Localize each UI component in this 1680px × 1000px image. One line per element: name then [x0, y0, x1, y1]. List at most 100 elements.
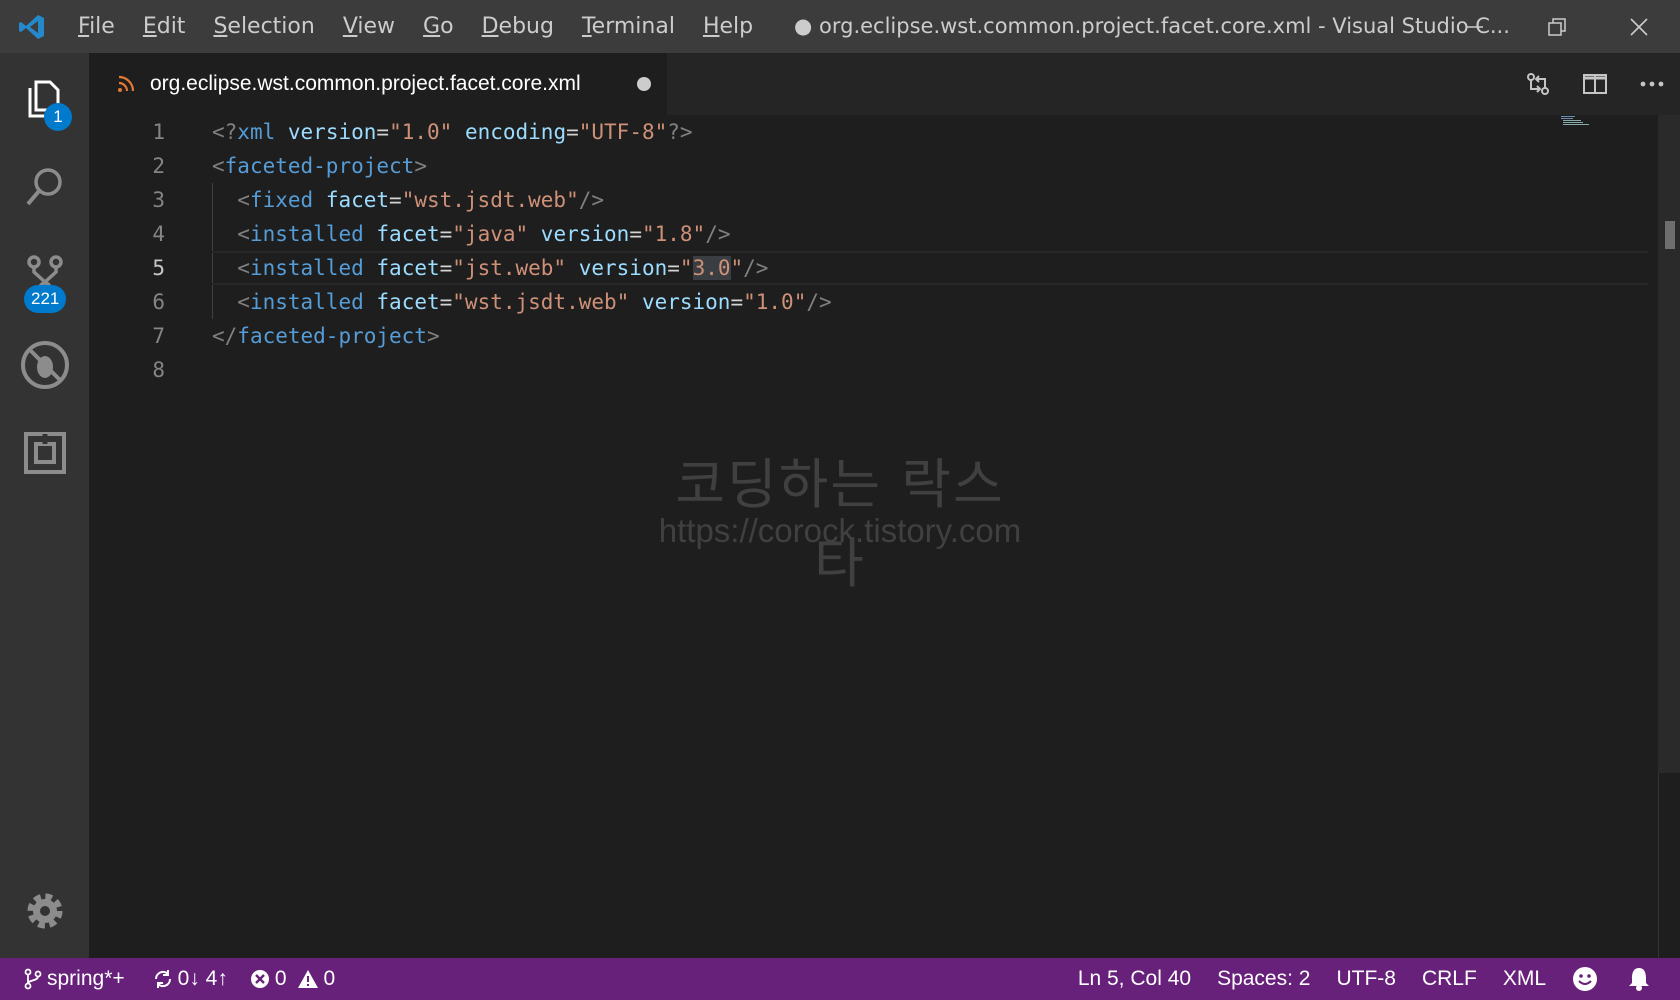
menu-go[interactable]: Go: [409, 0, 468, 53]
branch-status[interactable]: spring*+: [24, 958, 125, 1000]
window-title: ● org.eclipse.wst.common.project.facet.c…: [794, 14, 1510, 38]
cursor-position[interactable]: Ln 5, Col 40: [1078, 958, 1191, 1000]
menu-help[interactable]: Help: [689, 0, 767, 53]
token-eq: [212, 188, 237, 212]
line-number: 4: [152, 222, 165, 246]
editor-actions: [1509, 53, 1680, 115]
token-punc: <: [212, 154, 225, 178]
token-eq: [528, 222, 541, 246]
indentation-status[interactable]: Spaces: 2: [1217, 958, 1310, 1000]
token-tag: installed: [249, 290, 364, 314]
line-number: 7: [152, 324, 165, 348]
close-button[interactable]: [1598, 0, 1680, 53]
token-tag: fixed: [249, 188, 314, 212]
more-actions-button[interactable]: [1623, 53, 1680, 115]
menu-edit[interactable]: Edit: [129, 0, 200, 53]
token-eq: [364, 256, 377, 280]
search-button[interactable]: [0, 143, 89, 231]
token-punc: <: [237, 290, 250, 314]
token-eq: =: [629, 222, 642, 246]
watermark-url: https://corock.tistory.com: [658, 512, 1022, 549]
explorer-button[interactable]: 1: [0, 55, 89, 143]
token-eq: [275, 120, 288, 144]
code-text: </faceted-project>: [212, 319, 440, 353]
code-text: <?xml version="1.0" encoding="UTF-8"?>: [212, 115, 693, 149]
token-attr: facet: [376, 256, 440, 280]
rss-file-icon: [118, 75, 135, 92]
menu-terminal[interactable]: Terminal: [568, 0, 689, 53]
menu-selection[interactable]: Selection: [199, 0, 328, 53]
open-changes-button[interactable]: [1509, 53, 1566, 115]
unsaved-dot-icon[interactable]: [637, 77, 651, 91]
debug-button[interactable]: [0, 321, 89, 409]
code-line[interactable]: 2 <faceted-project>: [89, 149, 1559, 183]
menu-debug[interactable]: Debug: [468, 0, 568, 53]
token-eq: =: [439, 256, 453, 280]
code-line[interactable]: 7 </faceted-project>: [89, 319, 1559, 353]
smiley-icon: [1573, 967, 1597, 991]
line-number: 3: [152, 188, 165, 212]
token-tag: installed: [249, 222, 364, 246]
code-line[interactable]: 5 <installed facet="jst.web" version="3.…: [89, 251, 1648, 285]
feedback-button[interactable]: [1572, 958, 1603, 1000]
code-line[interactable]: 3 <fixed facet="wst.jsdt.web"/>: [89, 183, 1559, 217]
code-text: <faceted-project>: [212, 149, 427, 183]
token-eq: =: [389, 188, 402, 212]
menu-bar: File Edit Selection View Go Debug Termin…: [64, 0, 767, 53]
token-punc: ?>: [667, 120, 693, 144]
language-mode[interactable]: XML: [1503, 958, 1546, 1000]
bell-icon: [1629, 968, 1649, 991]
code-line[interactable]: 1 <?xml version="1.0" encoding="UTF-8"?>: [89, 115, 1559, 149]
code-line[interactable]: 4 <installed facet="java" version="1.8"/…: [89, 217, 1559, 251]
token-str: "1.0": [389, 120, 453, 144]
close-icon: [1630, 17, 1648, 36]
token-eq: =: [439, 222, 453, 246]
restore-button[interactable]: [1516, 0, 1598, 53]
tab-label: org.eclipse.wst.common.project.facet.cor…: [150, 72, 581, 95]
line-number: 5: [152, 256, 165, 280]
token-str: ": [730, 256, 744, 280]
token-punc: >: [426, 324, 440, 348]
vertical-scrollbar[interactable]: [1658, 115, 1680, 773]
problems-status[interactable]: 0 0: [250, 958, 335, 1000]
token-attr: version: [540, 222, 630, 246]
token-eq: =: [439, 290, 453, 314]
notifications-button[interactable]: [1627, 958, 1656, 1000]
manage-button[interactable]: [0, 867, 89, 955]
code-text: <installed facet="jst.web" version="3.0"…: [212, 251, 768, 285]
token-punc: />: [743, 256, 769, 280]
search-icon: [25, 168, 62, 206]
token-sel: 3.0: [692, 256, 731, 280]
token-tag: xml: [237, 120, 276, 144]
token-str: "wst.jsdt.web": [401, 188, 579, 212]
extensions-button[interactable]: [0, 409, 89, 497]
token-punc: />: [806, 290, 832, 314]
encoding-status[interactable]: UTF-8: [1336, 958, 1396, 1000]
branch-name: spring*+: [47, 967, 125, 990]
token-str: "UTF-8": [578, 120, 668, 144]
minimap[interactable]: [1561, 115, 1621, 127]
split-editor-button[interactable]: [1566, 53, 1623, 115]
menu-file[interactable]: File: [64, 0, 129, 53]
sync-status[interactable]: 0↓ 4↑: [153, 958, 228, 1000]
title-bar: File Edit Selection View Go Debug Termin…: [0, 0, 1680, 53]
token-punc: <?: [212, 120, 238, 144]
eol-status[interactable]: CRLF: [1422, 958, 1477, 1000]
token-eq: =: [376, 120, 390, 144]
menu-view[interactable]: View: [329, 0, 409, 53]
token-tag: faceted-project: [224, 154, 415, 178]
token-punc: </: [212, 324, 238, 348]
error-icon: [250, 970, 269, 988]
gear-icon: [27, 893, 62, 929]
sync-icon: [154, 970, 171, 988]
cursor-ruler-marker: [1665, 221, 1675, 249]
token-attr: facet: [325, 188, 390, 212]
token-punc: />: [705, 222, 731, 246]
code-line[interactable]: 8: [89, 353, 1559, 387]
source-control-button[interactable]: 221: [0, 231, 89, 319]
minimize-button[interactable]: [1434, 0, 1516, 53]
code-line[interactable]: 6 <installed facet="wst.jsdt.web" versio…: [89, 285, 1559, 319]
token-punc: />: [578, 188, 605, 212]
token-attr: version: [578, 256, 668, 280]
editor-tab[interactable]: org.eclipse.wst.common.project.facet.cor…: [89, 53, 667, 115]
